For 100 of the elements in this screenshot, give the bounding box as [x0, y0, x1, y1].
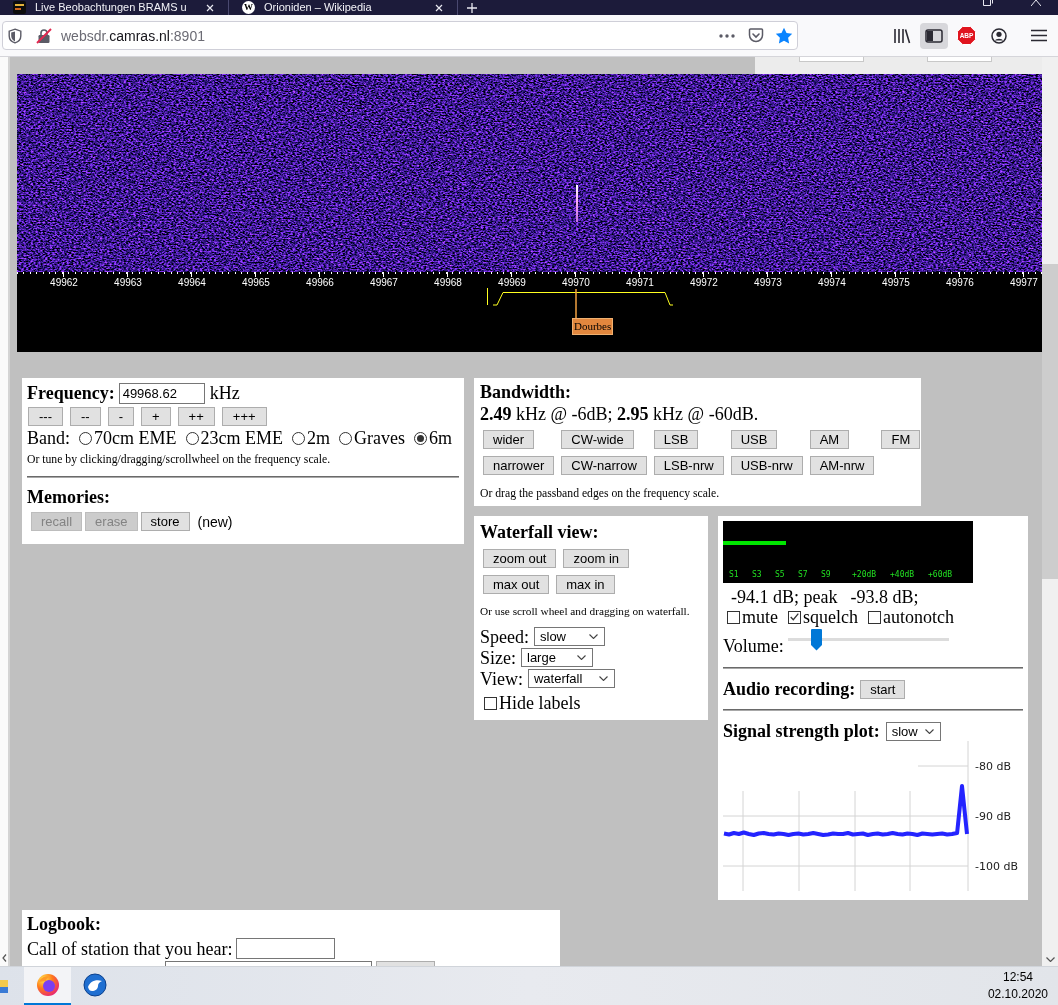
dropdown[interactable]: slow — [885, 721, 941, 741]
crossed-lock-icon[interactable] — [36, 27, 52, 44]
meter-scale-label: +20dB — [852, 570, 878, 580]
scale-label: 49973 — [754, 277, 782, 289]
step-button[interactable]: ++ — [177, 407, 215, 426]
tile-icon — [13, 1, 26, 14]
star-icon[interactable] — [775, 27, 793, 44]
scale-label: 49969 — [498, 277, 526, 289]
radio-button[interactable] — [79, 431, 92, 445]
mode-button[interactable]: AM — [809, 430, 850, 449]
axis-label: -100 dB — [975, 860, 1018, 873]
radio-button[interactable] — [292, 431, 305, 445]
slider-thumb[interactable] — [811, 629, 823, 651]
panel-heading: Audio recording: — [723, 678, 856, 700]
comment-field[interactable] — [165, 961, 372, 966]
dropdown[interactable]: large — [521, 648, 593, 667]
scale-label: 49966 — [306, 277, 334, 289]
frequency-scale[interactable]: 49962 49963 49964 49965 49966 49967 49968 49969 49970 49971 49972 49973 49974 49975 49976 49977 Dourbes — [17, 272, 1042, 352]
start-button[interactable]: start — [860, 679, 906, 699]
scrollbar-thumb[interactable] — [1042, 264, 1058, 579]
radio-button[interactable] — [339, 431, 352, 445]
mode-button[interactable]: AM-nrw — [809, 456, 875, 475]
mode-button[interactable]: LSB — [653, 430, 699, 449]
step-button[interactable]: -- — [70, 407, 101, 426]
mode-button[interactable]: FM — [881, 430, 921, 449]
mode-button[interactable]: USB — [730, 430, 778, 449]
plus-icon[interactable] — [467, 2, 477, 13]
station-label[interactable]: Dourbes — [572, 318, 614, 335]
panel-heading: Bandwidth: — [480, 381, 573, 403]
checkbox[interactable] — [788, 610, 801, 624]
band-option[interactable]: 70cm EME — [79, 428, 177, 448]
folder-icon[interactable] — [0, 978, 8, 994]
chevron-icon — [924, 728, 934, 734]
account-icon[interactable] — [991, 27, 1007, 44]
step-button[interactable]: --- — [28, 407, 63, 426]
step-button[interactable]: + — [141, 407, 171, 426]
close-icon[interactable] — [1031, 0, 1041, 6]
dropdown[interactable]: slow — [534, 627, 605, 646]
mode-button[interactable]: narrower — [483, 456, 555, 475]
band-option[interactable]: 6m — [414, 428, 452, 448]
band-option[interactable]: 2m — [292, 428, 330, 448]
shield-icon[interactable] — [8, 27, 22, 44]
address-field[interactable]: websdr.camras.nl:8901 — [2, 21, 798, 50]
books-icon[interactable] — [893, 27, 911, 44]
pocket-icon[interactable] — [748, 28, 764, 43]
meter-scale-label: S9 — [821, 570, 832, 580]
checkbox[interactable] — [727, 610, 740, 624]
close-icon[interactable] — [206, 3, 214, 12]
memory-button[interactable]: store — [140, 512, 190, 531]
letter-icon: W — [242, 1, 255, 14]
sidebar-button[interactable] — [920, 22, 948, 49]
volume-label: Volume: — [723, 636, 784, 656]
scale-label: 49962 — [50, 277, 78, 289]
mode-button[interactable]: LSB-nrw — [653, 456, 724, 475]
more-icon[interactable] — [719, 33, 735, 38]
scroll-left-icon[interactable] — [1, 954, 7, 962]
call-input[interactable] — [236, 938, 336, 959]
band-option[interactable]: 23cm EME — [185, 428, 283, 448]
frequency-input[interactable]: 49968.62 — [118, 382, 205, 404]
meter-scale-label: S7 — [798, 570, 809, 580]
panel-heading: Signal strength plot: — [723, 720, 880, 742]
dropdown[interactable]: waterfall — [527, 669, 615, 688]
view-button[interactable]: max in — [556, 575, 615, 594]
passband-marker[interactable] — [487, 287, 674, 306]
view-button[interactable]: zoom in — [563, 549, 629, 568]
checkbox-option[interactable]: mute — [727, 607, 778, 627]
radio-button[interactable] — [185, 431, 199, 445]
clock-date: 02.10.2020 — [987, 986, 1048, 1003]
view-button[interactable]: max out — [483, 575, 550, 594]
checkbox[interactable] — [484, 696, 497, 710]
scale-label: 49967 — [370, 277, 398, 289]
radio-button[interactable] — [414, 431, 427, 445]
select-label: View: — [480, 667, 523, 690]
mode-button[interactable]: CW-narrow — [561, 456, 647, 475]
panel-heading: Waterfall view: — [480, 521, 600, 544]
checkbox-option[interactable]: Hide labels — [480, 693, 581, 713]
restore-icon[interactable] — [983, 0, 993, 6]
step-button[interactable]: +++ — [221, 407, 267, 426]
panel-heading: Frequency: — [27, 382, 115, 404]
close-icon[interactable] — [435, 3, 443, 12]
view-button[interactable]: zoom out — [483, 549, 557, 568]
band-label: Band: — [27, 428, 70, 448]
mode-button[interactable]: wider — [483, 430, 535, 449]
scroll-down-icon[interactable] — [1045, 957, 1055, 962]
scrollbar[interactable] — [1042, 57, 1058, 966]
checkbox[interactable] — [868, 610, 881, 624]
scale-label: 49976 — [946, 277, 974, 289]
mode-button[interactable]: CW-wide — [561, 430, 634, 449]
mode-button[interactable]: USB-nrw — [730, 456, 803, 475]
hint-text: Or drag the passband edges on the frequency scale. — [480, 487, 721, 500]
step-button[interactable]: - — [107, 407, 134, 426]
flame-globe-icon — [35, 973, 60, 997]
checkbox-option[interactable]: squelch — [788, 607, 858, 627]
checkbox-option[interactable]: autonotch — [868, 607, 954, 627]
menu-icon[interactable] — [1031, 29, 1047, 42]
taskbar-button[interactable] — [24, 967, 71, 1005]
peak-reading: -93.8 dB; — [850, 587, 919, 607]
band-option[interactable]: Graves — [339, 428, 405, 448]
tuning-line[interactable] — [575, 288, 577, 319]
scale-label: 49965 — [242, 277, 270, 289]
